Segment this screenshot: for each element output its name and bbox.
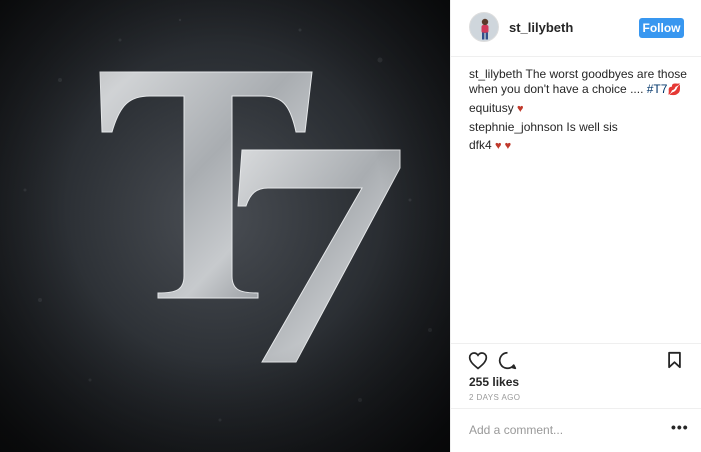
comment-list: st_lilybeth The worst goodbyes are those… bbox=[469, 67, 689, 157]
kiss-emoji: 💋 bbox=[667, 84, 682, 96]
post-date[interactable]: 2 DAYS AGO bbox=[469, 393, 520, 402]
comment-username[interactable]: stephnie_johnson bbox=[469, 120, 563, 134]
heart-emoji: ♥ ♥ bbox=[495, 140, 512, 152]
list-item: stephnie_johnson Is well sis bbox=[469, 120, 689, 135]
comment-input[interactable] bbox=[469, 422, 659, 438]
heart-icon[interactable] bbox=[468, 351, 488, 375]
post-header: st_lilybeth Follow bbox=[451, 0, 701, 57]
like-count[interactable]: 255 likes bbox=[469, 375, 519, 389]
more-options-icon[interactable]: ••• bbox=[671, 419, 689, 435]
comment-username[interactable]: dfk4 bbox=[469, 138, 492, 152]
action-bar bbox=[451, 343, 701, 370]
comment-icon[interactable] bbox=[498, 351, 517, 375]
caption-hashtag[interactable]: #T7 bbox=[647, 82, 668, 96]
heart-emoji: ♥ bbox=[517, 103, 524, 115]
list-item: dfk4 ♥ ♥ bbox=[469, 138, 689, 154]
list-item: equitusy ♥ bbox=[469, 101, 689, 117]
post-image[interactable] bbox=[0, 0, 450, 452]
follow-button[interactable]: Follow bbox=[639, 18, 684, 38]
post-sidebar: st_lilybeth Follow st_lilybeth The worst… bbox=[450, 0, 701, 452]
avatar[interactable] bbox=[469, 12, 499, 42]
comment-username[interactable]: equitusy bbox=[469, 101, 514, 115]
instagram-post: st_lilybeth Follow st_lilybeth The worst… bbox=[0, 0, 701, 452]
comment-text: Is well sis bbox=[566, 120, 618, 134]
bookmark-icon[interactable] bbox=[667, 351, 682, 374]
add-comment-bar: ••• bbox=[451, 408, 701, 452]
t7-artwork bbox=[0, 0, 450, 452]
author-username[interactable]: st_lilybeth bbox=[509, 20, 573, 35]
caption: st_lilybeth The worst goodbyes are those… bbox=[469, 67, 689, 98]
profile-photo-icon bbox=[470, 13, 498, 41]
caption-username[interactable]: st_lilybeth bbox=[469, 67, 522, 81]
